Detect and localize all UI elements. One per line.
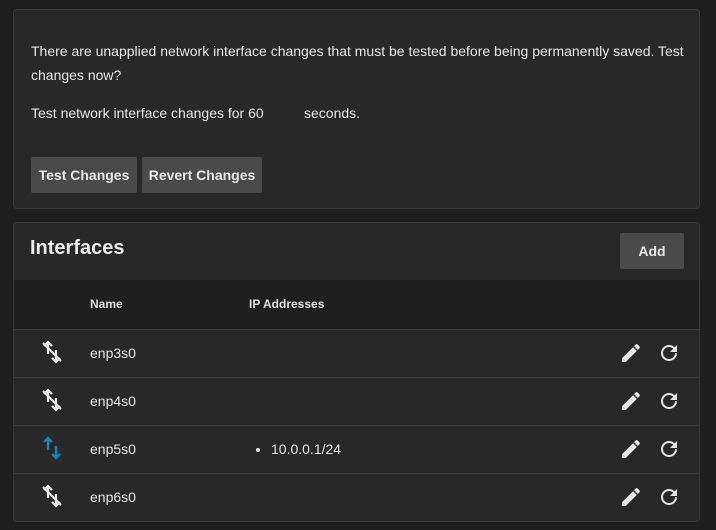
interface-name: enp6s0	[90, 489, 136, 506]
interface-name: enp4s0	[90, 393, 136, 409]
table-row: enp4s0	[14, 377, 699, 425]
test-duration-suffix: seconds.	[304, 105, 361, 121]
unapplied-changes-card: There are unapplied network interface ch…	[13, 9, 700, 209]
test-duration-input[interactable]: 60	[248, 101, 300, 125]
revert-changes-button[interactable]: Revert Changes	[142, 157, 262, 193]
reset-refresh-icon[interactable]	[657, 485, 681, 509]
actions-cell	[571, 377, 699, 425]
unapplied-changes-message: There are unapplied network interface ch…	[31, 43, 684, 83]
interfaces-table: Name IP Addresses enp3s0 enp4s0 enp5s0 10.0…	[14, 280, 699, 521]
table-header-row: Name IP Addresses	[14, 280, 699, 329]
interface-name: enp3s0	[90, 345, 136, 361]
link-down-icon	[40, 484, 64, 508]
ip-addresses-cell	[249, 473, 571, 521]
table-row: enp5s0 10.0.0.1/24	[14, 425, 699, 473]
actions-column-header	[571, 280, 699, 329]
ip-address-list: 10.0.0.1/24	[249, 441, 571, 457]
table-row: enp6s0	[14, 473, 699, 521]
reset-refresh-icon[interactable]	[657, 389, 681, 413]
table-row: enp3s0	[14, 329, 699, 377]
name-column-header: Name	[90, 297, 123, 312]
edit-pencil-icon[interactable]	[619, 437, 643, 461]
actions-cell	[571, 329, 699, 377]
edit-pencil-icon[interactable]	[619, 341, 643, 365]
ip-column-header: IP Addresses	[249, 297, 325, 312]
interfaces-card: Interfaces Add Name IP Addresses enp3s0 e…	[13, 222, 700, 522]
ip-address: 10.0.0.1/24	[271, 441, 571, 457]
add-interface-button[interactable]: Add	[620, 233, 684, 269]
link-up-icon	[40, 435, 64, 460]
edit-pencil-icon[interactable]	[619, 389, 643, 413]
reset-refresh-icon[interactable]	[657, 437, 681, 461]
actions-cell	[571, 473, 699, 521]
reset-refresh-icon[interactable]	[657, 341, 681, 365]
state-cell	[14, 425, 90, 473]
state-cell	[14, 329, 90, 377]
interface-name: enp5s0	[90, 441, 136, 457]
state-cell	[14, 473, 90, 521]
state-cell	[14, 377, 90, 425]
test-duration-prefix: Test network interface changes for	[31, 105, 245, 121]
edit-pencil-icon[interactable]	[619, 485, 643, 509]
interfaces-title: Interfaces	[30, 237, 125, 259]
ip-addresses-cell	[249, 377, 571, 425]
link-down-icon	[40, 339, 64, 364]
ip-addresses-cell	[249, 329, 571, 377]
test-changes-button[interactable]: Test Changes	[31, 157, 137, 193]
ip-addresses-cell: 10.0.0.1/24	[249, 425, 571, 473]
actions-cell	[571, 425, 699, 473]
link-down-icon	[40, 387, 64, 412]
state-column-header	[14, 280, 90, 329]
test-duration-line: Test network interface changes for 60 se…	[31, 101, 360, 125]
